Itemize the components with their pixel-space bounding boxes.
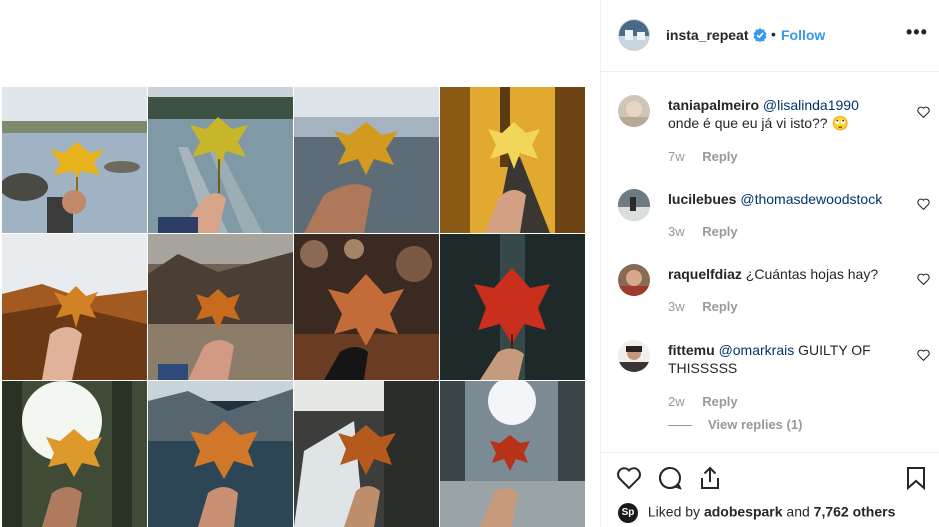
comment-text: taniapalmeiro @lisalinda1990 onde é que … [668, 96, 898, 132]
post-actions: Sp Liked by adobespark and 7,762 others [601, 452, 939, 527]
avatar[interactable] [618, 264, 650, 296]
autumn-road-leaf-photo [440, 87, 585, 233]
more-options-icon[interactable]: ••• [906, 22, 928, 43]
comment-body-continued: THISSSSS [668, 360, 738, 376]
comment-time[interactable]: 7w [668, 149, 685, 164]
likes-prefix: Liked by [647, 503, 701, 520]
reply-button[interactable]: Reply [702, 299, 737, 314]
likes-count[interactable]: 7,762 others [814, 504, 896, 520]
view-replies-button[interactable]: View replies (1) [668, 417, 802, 432]
avatar[interactable] [618, 189, 650, 221]
heart-icon[interactable] [917, 106, 930, 118]
forest-valley-leaf-photo [148, 234, 293, 380]
comment-text: raquelfdiaz ¿Cuántas hojas hay? [668, 265, 898, 283]
post-side-panel: insta_repeat • Follow ••• taniapalmeiro … [600, 0, 939, 527]
avatar[interactable] [618, 340, 650, 372]
reply-button[interactable]: Reply [702, 224, 737, 239]
comment-body: onde é que eu já vi isto?? 🙄 [668, 115, 849, 131]
heart-icon[interactable] [917, 198, 930, 210]
comment-meta: 7w Reply [668, 149, 738, 164]
comment-time[interactable]: 2w [668, 394, 685, 409]
comment-username[interactable]: fittemu [668, 342, 715, 358]
heart-icon[interactable] [616, 465, 642, 491]
comment-username[interactable]: lucilebues [668, 191, 736, 207]
follow-button[interactable]: Follow [781, 27, 825, 43]
share-icon[interactable] [697, 465, 723, 491]
comment-text: lucilebues @thomasdewoodstock [668, 190, 898, 208]
view-replies-label: View replies (1) [708, 417, 803, 432]
misty-field-leaf-photo [294, 87, 439, 233]
liker-username[interactable]: adobespark [704, 504, 783, 520]
avatar[interactable] [618, 19, 650, 51]
bookmark-icon[interactable] [903, 465, 929, 491]
likes-summary: Sp Liked by adobespark and 7,762 others [618, 503, 895, 525]
separator-dot: • [771, 26, 776, 42]
post-header: insta_repeat • Follow ••• [601, 0, 939, 72]
photo-grid[interactable] [2, 87, 585, 527]
comment-time[interactable]: 3w [668, 224, 685, 239]
heart-icon[interactable] [917, 273, 930, 285]
avatar[interactable] [618, 95, 650, 127]
red-leaf-dark-photo [440, 234, 585, 380]
comment-icon[interactable] [657, 465, 683, 491]
comment-mention[interactable]: @lisalinda1990 [763, 97, 859, 113]
liker-avatar[interactable]: Sp [618, 503, 638, 523]
dock-lake-leaf-photo [148, 87, 293, 233]
verified-badge-icon [753, 28, 767, 42]
post-username[interactable]: insta_repeat [666, 27, 748, 43]
bokeh-forest-leaf-photo [294, 234, 439, 380]
snowy-forest-leaf-photo [440, 381, 585, 527]
comment-mention[interactable]: @thomasdewoodstock [740, 191, 882, 207]
comment-meta: 3w Reply [668, 299, 738, 314]
comment-text: fittemu @omarkrais GUILTY OF THISSSSS [668, 341, 898, 377]
comment-username[interactable]: raquelfdiaz [668, 266, 742, 282]
comment-mention[interactable]: @omarkrais [719, 342, 795, 358]
mountain-view-leaf-photo [2, 234, 147, 380]
comment-body: GUILTY OF [798, 342, 871, 358]
reply-button[interactable]: Reply [702, 149, 737, 164]
heart-icon[interactable] [917, 349, 930, 361]
waterfall-leaf-photo [294, 381, 439, 527]
comment-meta: 3w Reply [668, 224, 738, 239]
divider [668, 425, 692, 427]
alpine-lake-leaf-photo [148, 381, 293, 527]
bright-forest-leaf-photo [2, 381, 147, 527]
comment-username[interactable]: taniapalmeiro [668, 97, 759, 113]
post-media-area [0, 0, 600, 527]
comment-meta: 2w Reply [668, 394, 738, 409]
comment-body: ¿Cuántas hojas hay? [745, 266, 879, 282]
reply-button[interactable]: Reply [702, 394, 737, 409]
lake-rock-leaf-photo [2, 87, 147, 233]
comment-time[interactable]: 3w [668, 299, 685, 314]
likes-and: and [786, 503, 810, 520]
